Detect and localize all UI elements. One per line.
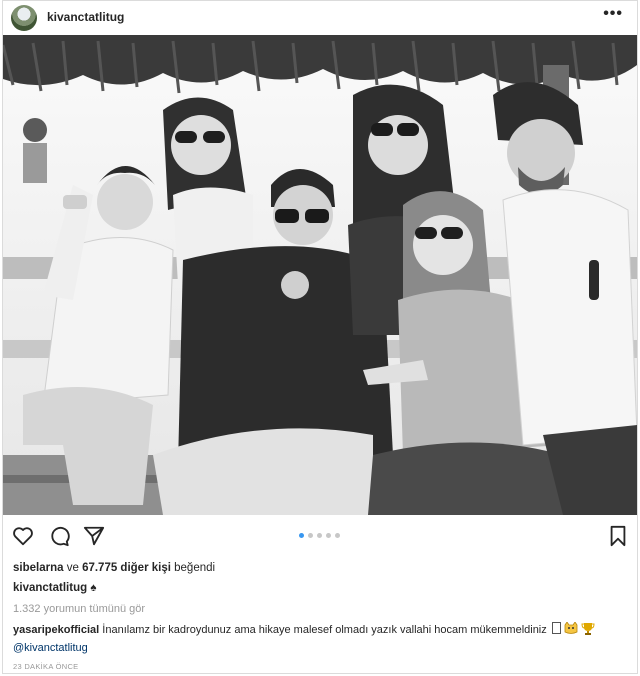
liker-username[interactable]: sibelarna (13, 562, 64, 574)
group-photo-image (3, 35, 637, 515)
comment-row: yasaripekofficial İnanılamz bir kadroydu… (13, 621, 633, 636)
box-glyph-icon (551, 622, 561, 634)
cat-face-icon (564, 621, 578, 634)
view-all-comments-link[interactable]: 1.332 yorumun tümünü gör (13, 603, 145, 615)
likes-count[interactable]: 67.775 diğer kişi (82, 562, 171, 574)
more-options-icon[interactable]: ••• (603, 5, 623, 23)
post-photo[interactable] (3, 35, 637, 515)
carousel-indicator (299, 533, 340, 538)
bookmark-icon[interactable] (608, 525, 628, 547)
comment-text: İnanılamz bir kadroydunuz ama hikaye mal… (102, 624, 547, 636)
share-icon[interactable] (83, 525, 105, 547)
mention-link[interactable]: @kivanctatlitug (13, 642, 88, 654)
post-username[interactable]: kivanctatlitug (47, 10, 124, 24)
caption-text: ♠ (90, 582, 97, 594)
carousel-dot (335, 533, 340, 538)
carousel-dot (308, 533, 313, 538)
caption: kivanctatlitug ♠ (13, 582, 96, 594)
likes-connector: ve (66, 562, 79, 574)
caption-username[interactable]: kivanctatlitug (13, 582, 87, 594)
carousel-dot-active (299, 533, 304, 538)
comment-username[interactable]: yasaripekofficial (13, 624, 99, 636)
likes-suffix: beğendi (174, 562, 216, 574)
post-header: kivanctatlitug ••• (3, 1, 637, 35)
avatar[interactable] (11, 5, 37, 31)
instagram-post: kivanctatlitug ••• sibelarna ve 67.775 d… (2, 0, 638, 674)
heart-icon[interactable] (12, 525, 34, 547)
comment-icon[interactable] (48, 525, 70, 547)
post-timestamp: 23 DAKİKA ÖNCE (13, 662, 79, 671)
carousel-dot (326, 533, 331, 538)
carousel-dot (317, 533, 322, 538)
trophy-icon (581, 623, 595, 635)
likes-line[interactable]: sibelarna ve 67.775 diğer kişi beğendi (13, 562, 215, 574)
